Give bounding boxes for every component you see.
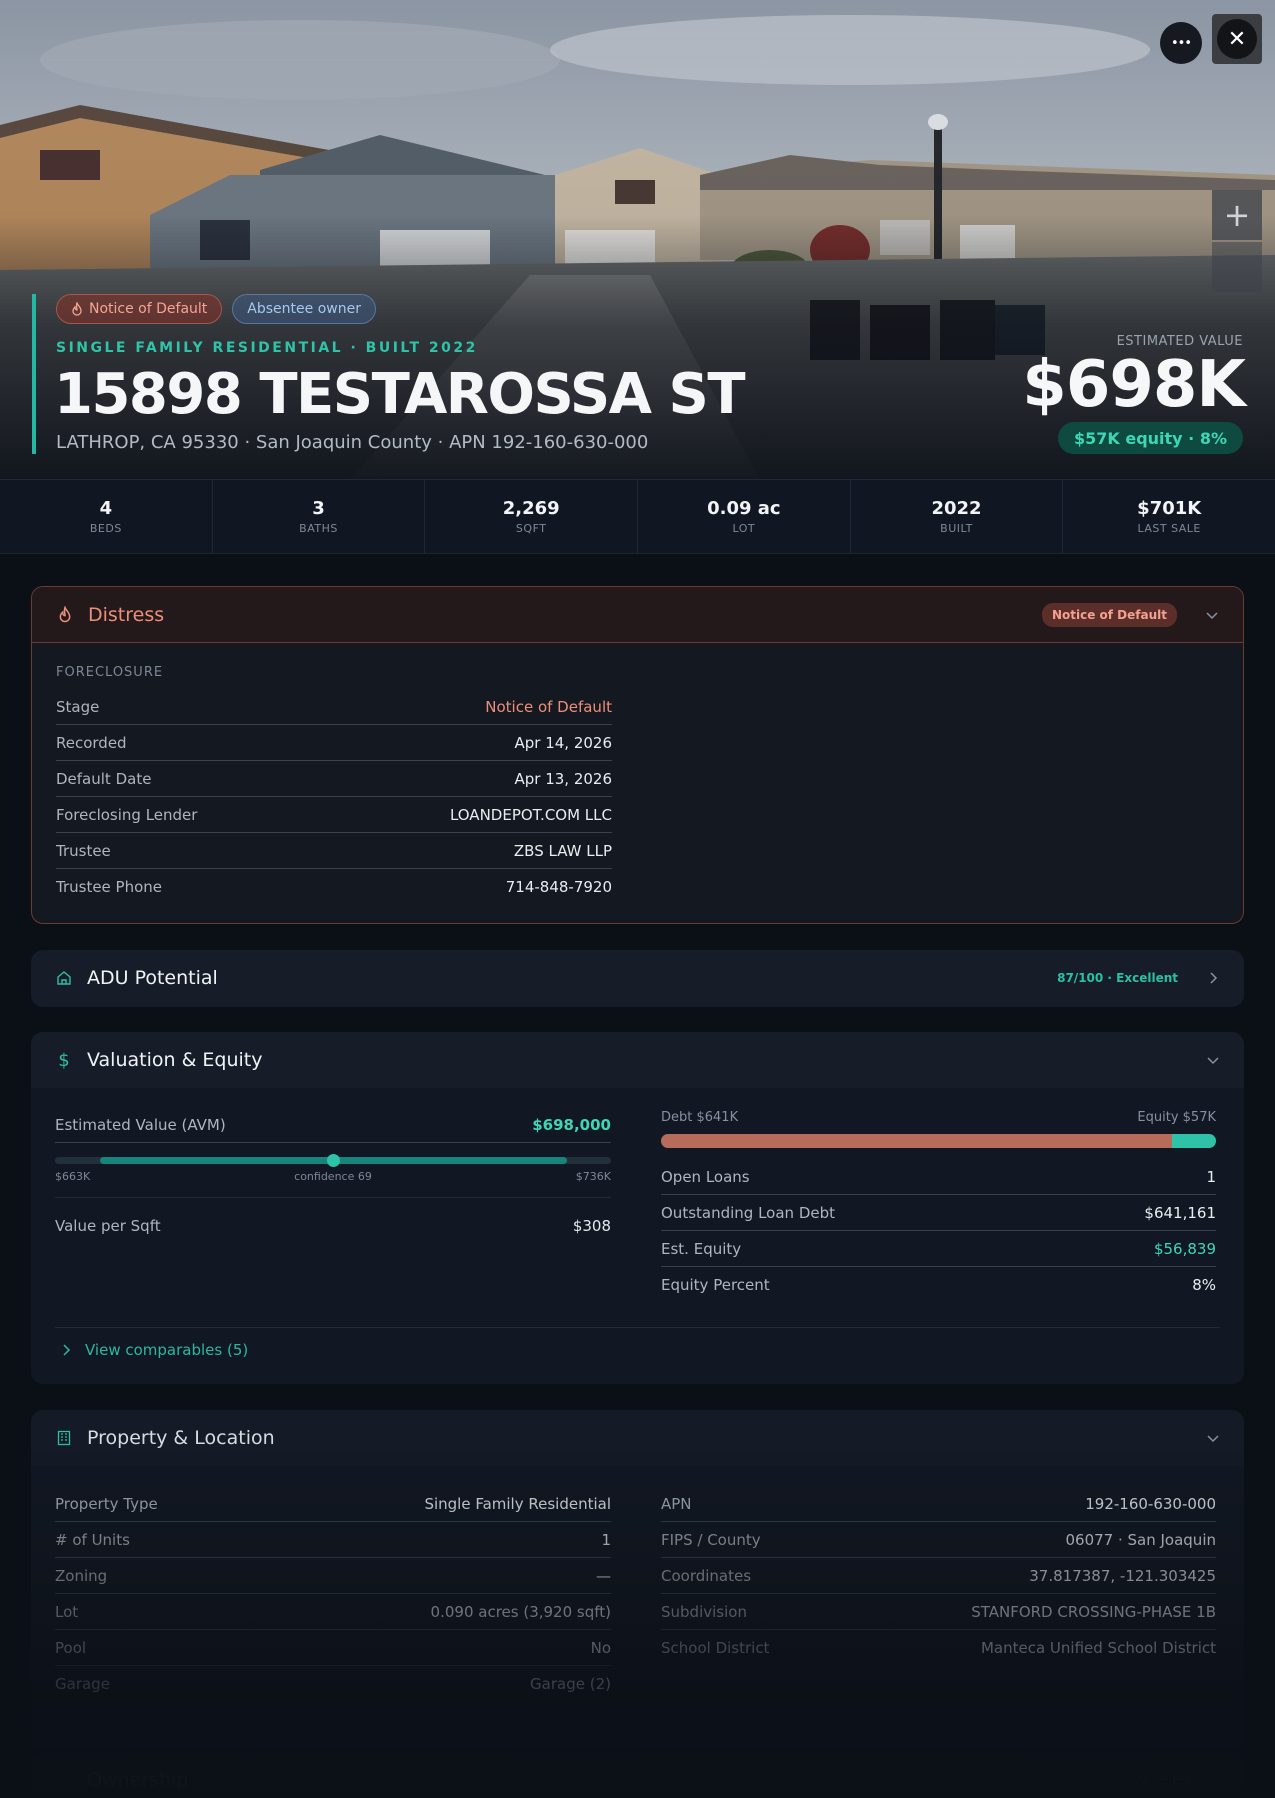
equity-label: Equity $57K bbox=[1137, 1110, 1216, 1125]
property-header[interactable]: Property & Location bbox=[31, 1410, 1244, 1466]
range-high: $736K bbox=[575, 1170, 611, 1183]
foreclosure-row: Default Date Apr 13, 2026 bbox=[56, 761, 612, 797]
property-row: Garage Garage (2) bbox=[55, 1675, 611, 1693]
close-icon: ✕ bbox=[1217, 19, 1257, 59]
stat-lot: 0.09 ac LOT bbox=[638, 480, 851, 553]
location-row: APN 192-160-630-000 bbox=[661, 1486, 1216, 1522]
property-row: Lot 0.090 acres (3,920 sqft) bbox=[55, 1594, 611, 1630]
view-comparables-link[interactable]: View comparables (5) bbox=[61, 1341, 248, 1359]
equity-row: Est. Equity $56,839 bbox=[661, 1231, 1216, 1267]
chevron-down-icon bbox=[1207, 1057, 1219, 1065]
location-row: FIPS / County 06077 · San Joaquin bbox=[661, 1522, 1216, 1558]
value-range-bar bbox=[55, 1154, 611, 1167]
avm-row: Estimated Value (AVM) $698,000 bbox=[55, 1116, 611, 1143]
valuation-header[interactable]: $ Valuation & Equity bbox=[31, 1032, 1244, 1088]
estimated-value-label: ESTIMATED VALUE bbox=[1116, 334, 1243, 349]
valuation-card: $ Valuation & Equity Estimated Value (AV… bbox=[31, 1032, 1244, 1384]
accent-bar bbox=[32, 294, 36, 454]
person-icon: ◦ bbox=[59, 1770, 69, 1790]
value-per-sqft-row: Value per Sqft $308 bbox=[55, 1217, 611, 1235]
stat-baths: 3 BATHS bbox=[213, 480, 426, 553]
stat-last-sale: $701K LAST SALE bbox=[1137, 498, 1202, 535]
property-hero: ••• ✕ + Notice of Default Absentee owner… bbox=[0, 0, 1275, 480]
distress-header[interactable]: Distress Notice of Default bbox=[32, 587, 1243, 643]
debt-equity-bar bbox=[661, 1134, 1216, 1148]
debt-segment bbox=[661, 1134, 1172, 1148]
adu-card: ADU Potential 87/100 · Excellent bbox=[31, 950, 1244, 1007]
equity-row: Equity Percent 8% bbox=[661, 1276, 1216, 1294]
property-row: Zoning — bbox=[55, 1558, 611, 1594]
equity-segment bbox=[1171, 1134, 1216, 1148]
ownership-card: ◦ Ownership Absentee bbox=[31, 1752, 1244, 1798]
adu-header[interactable]: ADU Potential 87/100 · Excellent bbox=[31, 950, 1244, 1006]
distress-title: Distress bbox=[88, 603, 165, 626]
zoom-in-button[interactable]: + bbox=[1212, 190, 1262, 240]
building-icon bbox=[55, 1429, 73, 1447]
stat-sqft: 2,269 SQFT bbox=[425, 480, 639, 553]
location-row: Coordinates 37.817387, -121.303425 bbox=[661, 1558, 1216, 1594]
absentee-owner-badge[interactable]: Absentee owner bbox=[232, 294, 376, 324]
more-options-button[interactable]: ••• bbox=[1160, 22, 1202, 64]
stat-beds: 4 BEDS bbox=[0, 480, 213, 553]
flame-icon bbox=[56, 606, 74, 624]
location-row: School District Manteca Unified School Di… bbox=[661, 1639, 1216, 1657]
plus-icon: + bbox=[1223, 196, 1251, 234]
home-icon bbox=[55, 969, 73, 987]
stat-built: 2022 BUILT bbox=[851, 480, 1064, 553]
foreclosure-row: Foreclosing Lender LOANDEPOT.COM LLC bbox=[56, 797, 612, 833]
equity-row: Outstanding Loan Debt $641,161 bbox=[661, 1195, 1216, 1231]
valuation-title: Valuation & Equity bbox=[87, 1049, 263, 1071]
property-row: Pool No bbox=[55, 1630, 611, 1666]
value-range-marker bbox=[327, 1154, 340, 1167]
dollar-icon: $ bbox=[58, 1049, 70, 1071]
property-title: Property & Location bbox=[87, 1427, 275, 1449]
foreclosure-row: Trustee ZBS LAW LLP bbox=[56, 833, 612, 869]
distress-card: Distress Notice of Default FORECLOSURE S… bbox=[31, 586, 1244, 924]
property-location: LATHROP, CA 95330 · San Joaquin County ·… bbox=[56, 432, 649, 453]
more-icon: ••• bbox=[1170, 35, 1192, 51]
debt-label: Debt $641K bbox=[661, 1110, 739, 1125]
adu-title: ADU Potential bbox=[87, 967, 218, 989]
chevron-right-icon bbox=[63, 1344, 71, 1356]
flame-icon bbox=[72, 302, 82, 316]
property-address: 15898 TESTAROSSA ST bbox=[54, 362, 746, 427]
foreclosure-row: Trustee Phone 714-848-7920 bbox=[56, 878, 612, 896]
property-stats: 4 BEDS 3 BATHS 2,269 SQFT 0.09 ac LOT 2022 BU… bbox=[0, 480, 1275, 554]
avm-value: $698,000 bbox=[532, 1116, 611, 1134]
adu-score: 87/100 · Excellent bbox=[1057, 971, 1178, 985]
chevron-down-icon bbox=[1207, 1435, 1219, 1443]
property-location-card: Property & Location Property Type Single … bbox=[31, 1410, 1244, 1750]
foreclosure-row: Recorded Apr 14, 2026 bbox=[56, 725, 612, 761]
equity-row: Open Loans 1 bbox=[661, 1159, 1216, 1195]
chevron-right-icon bbox=[1210, 972, 1218, 984]
equity-pill: $57K equity · 8% bbox=[1057, 422, 1243, 454]
hero-badges: Notice of Default Absentee owner bbox=[56, 294, 376, 324]
distress-status-badge: Notice of Default bbox=[1041, 602, 1177, 627]
location-row: Subdivision STANFORD CROSSING-PHASE 1B bbox=[661, 1594, 1216, 1630]
property-row: Property Type Single Family Residential bbox=[55, 1486, 611, 1522]
foreclosure-row: Stage Notice of Default bbox=[56, 689, 612, 725]
zoom-out-button[interactable] bbox=[1212, 242, 1262, 292]
chevron-down-icon bbox=[1206, 611, 1218, 619]
confidence-label: confidence 69 bbox=[294, 1170, 372, 1183]
ownership-title: Ownership bbox=[87, 1769, 189, 1791]
property-row: # of Units 1 bbox=[55, 1522, 611, 1558]
ownership-header[interactable]: ◦ Ownership Absentee bbox=[31, 1752, 1244, 1798]
estimated-value: $698K bbox=[1022, 348, 1246, 422]
ownership-badge: Absentee bbox=[1135, 1773, 1192, 1787]
property-type-subline: SINGLE FAMILY RESIDENTIAL · BUILT 2022 bbox=[56, 340, 478, 356]
foreclosure-caption: FORECLOSURE bbox=[56, 665, 164, 680]
close-button[interactable]: ✕ bbox=[1212, 14, 1262, 64]
distress-badge[interactable]: Notice of Default bbox=[56, 294, 223, 324]
